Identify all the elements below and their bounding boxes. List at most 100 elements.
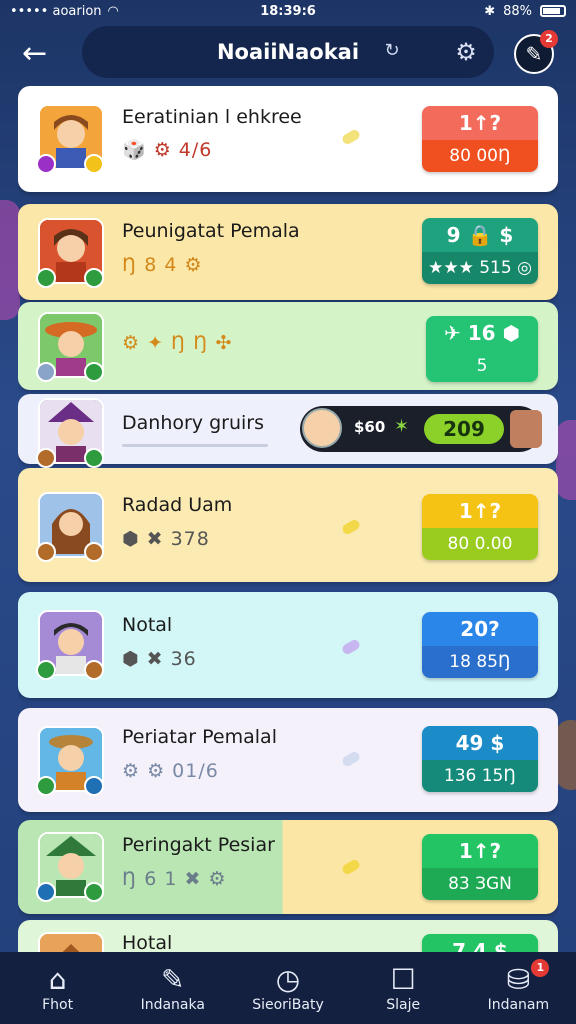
- avatar: [36, 832, 104, 902]
- rank-badge: [36, 660, 56, 680]
- level-badge: [84, 882, 104, 902]
- notification-badge: 2: [540, 30, 558, 48]
- reward-button[interactable]: 1↑? 80 00Ŋ: [422, 106, 538, 172]
- reward-bottom: 5: [426, 350, 538, 382]
- tab-home[interactable]: ⌂ Fhot: [3, 963, 113, 1013]
- player-name: Notal: [122, 614, 173, 636]
- avatar: [36, 492, 104, 562]
- header: ← NoaiiNaokai ↻ ⚙ ✎ 2: [0, 22, 576, 86]
- reward-button[interactable]: ✈ 16 ⬢ 5: [426, 316, 538, 382]
- list-item[interactable]: Peunigatat Pemala Ŋ 8 4 ⚙ 9 🔒 $ ★★★ 515 …: [18, 204, 558, 300]
- mini-avatar: [302, 408, 342, 448]
- mini-avatar-right: [510, 410, 542, 448]
- rank-badge: [36, 362, 56, 382]
- reward-top: 49 $: [422, 726, 538, 760]
- level-badge: [84, 154, 104, 174]
- avatar: [36, 398, 104, 468]
- player-name: Eeratinian l ehkree: [122, 106, 302, 128]
- player-stats: ⬢ ✖ 378: [122, 528, 210, 550]
- reward-bottom: 80 00Ŋ: [422, 140, 538, 172]
- reward-bottom: ★★★ 515 ◎: [422, 252, 538, 284]
- list-item-highlighted[interactable]: Danhory gruirs $60 ✶ 209: [18, 394, 558, 468]
- back-arrow-icon[interactable]: ←: [22, 36, 58, 72]
- player-stats: ⚙ ✦ Ŋ Ŋ ✣: [122, 332, 233, 354]
- player-name: Radad Uam: [122, 494, 233, 516]
- reward-button[interactable]: 49 $ 136 15Ŋ: [422, 726, 538, 792]
- rank-badge: [36, 776, 56, 796]
- leaderboard-list: Eeratinian l ehkree 🎲 ⚙ 4/6 1↑? 80 00Ŋ P…: [18, 86, 558, 952]
- list-item[interactable]: Radad Uam ⬢ ✖ 378 1↑? 80 0.00: [18, 468, 558, 582]
- reward-top: 7 4 $: [422, 934, 538, 952]
- status-bar: ••••• aoarion ◠ 18:39:6 ✱ 88%: [0, 0, 576, 22]
- rank-badge: [36, 448, 56, 468]
- avatar: [36, 218, 104, 288]
- title-bar: NoaiiNaokai ↻ ⚙: [82, 26, 494, 78]
- reward-top: ✈ 16 ⬢: [426, 316, 538, 350]
- carrier-text: ••••• aoarion: [10, 3, 102, 19]
- tab-compass[interactable]: ◷ SieoriBaty: [233, 963, 343, 1013]
- battery-percent: 88%: [503, 3, 532, 19]
- list-item[interactable]: Notal ⬢ ✖ 36 20? 18 85Ŋ: [18, 592, 558, 698]
- player-stats: ⚙ ⚙ 01/6: [122, 760, 219, 782]
- level-badge: [84, 776, 104, 796]
- reward-bottom: 83 ЗGN: [422, 868, 538, 900]
- chat-icon: ✎: [525, 42, 543, 66]
- avatar: [36, 312, 104, 382]
- reward-button[interactable]: 9 🔒 $ ★★★ 515 ◎: [422, 218, 538, 284]
- pill-icon: [340, 128, 362, 146]
- page-title: NoaiiNaokai: [216, 40, 360, 64]
- box-icon: ⛁: [506, 963, 531, 996]
- rank-badge: [36, 268, 56, 288]
- reward-top: 1↑?: [422, 106, 538, 140]
- tab-box[interactable]: ⛁ 1 Indanam: [463, 959, 573, 1013]
- tab-inbox[interactable]: ☐ Slaje: [348, 963, 458, 1013]
- reward-button[interactable]: 20? 18 85Ŋ: [422, 612, 538, 678]
- reward-bottom: 18 85Ŋ: [422, 646, 538, 678]
- refresh-icon[interactable]: ↻: [380, 40, 404, 64]
- player-stats: Ŋ 6 1 ✖ ⚙: [122, 868, 227, 890]
- tab-edit[interactable]: ✎ Indanaka: [118, 963, 228, 1013]
- tab-label: SieoriBaty: [252, 997, 324, 1013]
- reward-top: 20?: [422, 612, 538, 646]
- player-name: Periatar Pemalal: [122, 726, 277, 748]
- level-badge: [84, 448, 104, 468]
- avatar: [36, 726, 104, 796]
- list-item[interactable]: ⚙ ✦ Ŋ Ŋ ✣ ✈ 16 ⬢ 5: [18, 302, 558, 390]
- reward-top: 1↑?: [422, 494, 538, 528]
- list-item[interactable]: Periatar Pemalal ⚙ ⚙ 01/6 49 $ 136 15Ŋ: [18, 708, 558, 812]
- reward-button[interactable]: 1↑? 80 0.00: [422, 494, 538, 560]
- edit-icon: ✎: [161, 963, 185, 996]
- status-time: 18:39:6: [260, 3, 316, 19]
- list-item[interactable]: Eeratinian l ehkree 🎲 ⚙ 4/6 1↑? 80 00Ŋ: [18, 86, 558, 192]
- reward-button[interactable]: 1↑? 83 ЗGN: [422, 834, 538, 900]
- reward-button[interactable]: 7 4 $: [422, 934, 538, 952]
- compass-icon: ◷: [275, 963, 301, 996]
- notification-button[interactable]: ✎ 2: [514, 30, 558, 74]
- background-decoration: [556, 720, 576, 790]
- sparkle-icon: ✶: [394, 416, 410, 437]
- background-decoration: [0, 200, 20, 320]
- avatar: [38, 932, 104, 952]
- tab-label: Slaje: [386, 997, 421, 1013]
- background-decoration: [556, 420, 576, 500]
- player-stats: 🎲 ⚙ 4/6: [122, 139, 213, 161]
- list-item[interactable]: Hotal 7 4 $: [18, 920, 558, 952]
- gear-icon[interactable]: ⚙: [452, 38, 480, 66]
- player-name: Hotal: [122, 932, 173, 952]
- pill-icon: [340, 750, 362, 768]
- tab-label: Indanaka: [140, 997, 205, 1013]
- list-item[interactable]: Peringakt Pesiar Ŋ 6 1 ✖ ⚙ 1↑? 83 ЗGN: [18, 820, 558, 914]
- avatar: [36, 104, 104, 174]
- progress-underline: [122, 444, 268, 447]
- tab-label: Fhot: [42, 997, 74, 1013]
- wifi-icon: ◠: [107, 3, 119, 19]
- tab-label: Indanam: [487, 997, 550, 1013]
- pill-icon: [340, 638, 362, 656]
- player-stats: ⬢ ✖ 36: [122, 648, 197, 670]
- bottom-tab-bar: ⌂ Fhot ✎ Indanaka ◷ SieoriBaty ☐ Slaje ⛁…: [0, 952, 576, 1024]
- pill-icon: [340, 858, 362, 876]
- player-name: Peringakt Pesiar: [122, 834, 275, 856]
- player-status-pill[interactable]: $60 ✶ 209: [300, 406, 542, 452]
- battery-icon: [540, 5, 566, 17]
- home-icon: ⌂: [48, 963, 67, 996]
